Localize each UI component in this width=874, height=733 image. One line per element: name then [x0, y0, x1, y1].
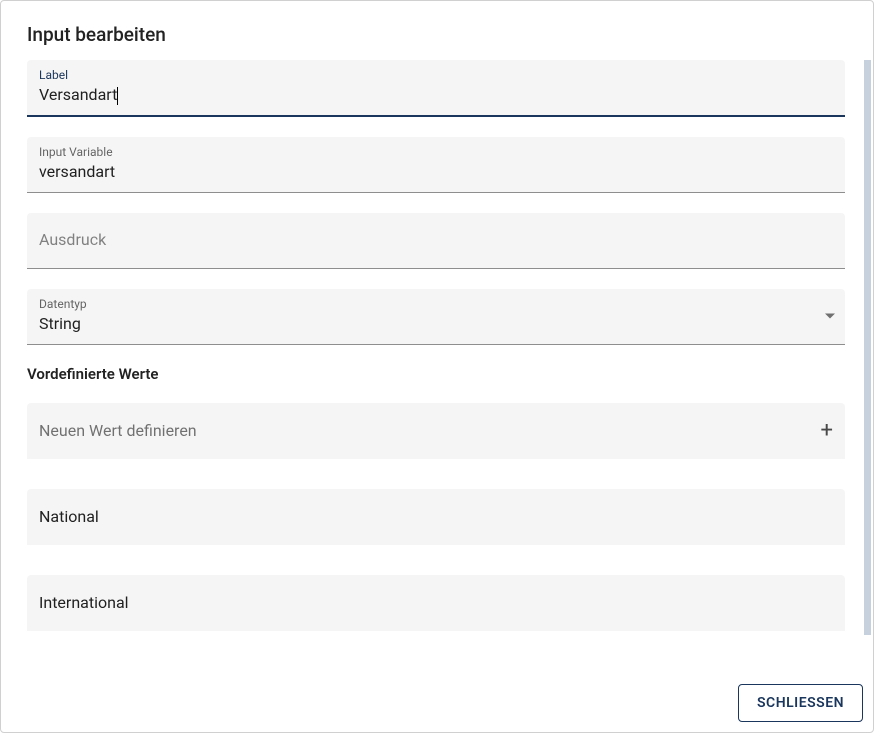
dialog-title: Input bearbeiten [1, 1, 873, 60]
scroll-area: Label Versandart Input Variable versanda… [1, 60, 871, 672]
predefined-value-text: National [39, 507, 99, 526]
datatype-value: String [39, 313, 833, 335]
label-field[interactable]: Label Versandart [27, 60, 845, 117]
datatype-select[interactable]: Datentyp String [27, 289, 845, 345]
add-predefined-value-label: Neuen Wert definieren [39, 421, 197, 440]
edit-input-dialog: Input bearbeiten Label Versandart Input … [0, 0, 874, 733]
input-variable-field[interactable]: Input Variable versandart [27, 137, 845, 193]
predefined-values-heading: Vordefinierte Werte [27, 365, 845, 383]
label-field-label: Label [39, 68, 833, 82]
label-field-value: Versandart [39, 84, 833, 106]
close-button[interactable]: Schliessen [738, 684, 863, 722]
predefined-value-text: International [39, 593, 129, 612]
scrollbar[interactable] [864, 60, 871, 635]
expression-field[interactable]: Ausdruck [27, 213, 845, 269]
text-cursor [117, 87, 118, 105]
predefined-value-item[interactable]: International [27, 575, 845, 631]
chevron-down-icon [825, 314, 835, 319]
input-variable-value: versandart [39, 161, 833, 183]
dialog-footer: Schliessen [1, 672, 873, 732]
plus-icon: + [821, 420, 833, 442]
predefined-value-item[interactable]: National [27, 489, 845, 545]
datatype-label: Datentyp [39, 297, 833, 311]
dialog-content: Label Versandart Input Variable versanda… [1, 60, 871, 672]
expression-placeholder: Ausdruck [39, 229, 833, 251]
add-predefined-value[interactable]: Neuen Wert definieren + [27, 403, 845, 459]
input-variable-label: Input Variable [39, 145, 833, 159]
